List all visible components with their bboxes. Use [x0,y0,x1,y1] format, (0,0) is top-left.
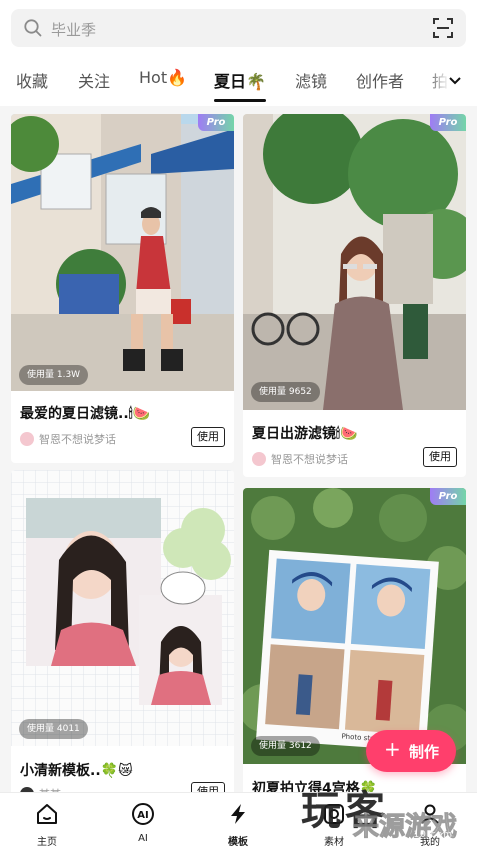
template-title: 最爱的夏日滤镜..🕯🍉 [20,406,151,422]
nav-home-label: 主页 [37,837,57,848]
template-thumbnail: Photo studio Pro 使用量 3612 [243,488,466,764]
tab-summer[interactable]: 夏日🌴 [214,68,266,92]
search-header: 毕业季 [0,0,477,56]
search-input[interactable]: 毕业季 [11,9,466,47]
svg-text:AI: AI [137,810,148,821]
template-bolt-icon [231,804,245,824]
author-name: 智恩不想说梦话 [271,453,348,466]
category-tabs: 收藏 关注 Hot🔥 夏日🌴 滤镜 创作者 拍 [0,56,477,106]
search-placeholder: 毕业季 [51,21,97,39]
scan-icon[interactable] [432,17,454,39]
home-icon [37,804,57,824]
tab-favorites[interactable]: 收藏 [16,68,48,92]
nav-material-label: 素材 [324,837,344,848]
nav-template[interactable]: 模板 [203,793,273,848]
template-title: 初夏拍立得4宫格🍀 [252,781,378,792]
ai-icon: AI [132,803,154,825]
template-thumbnail: Pro 使用量 1.3W [11,114,234,391]
use-button[interactable]: 使用 [191,427,225,447]
usage-count: 使用量 3612 [251,736,320,756]
nav-home[interactable]: 主页 [12,793,82,848]
template-thumbnail: Pro 使用量 9652 [243,114,466,410]
template-title: 小清新模板..🍀😿 [20,763,133,779]
avatar [20,432,34,446]
nav-ai-label: AI [138,833,148,844]
template-thumbnail: 使用量 4011 [11,470,234,746]
template-title: 夏日出游滤镜🕯🍉 [252,426,358,442]
author-name: 智恩不想说梦话 [39,433,116,446]
active-tab-indicator [214,99,266,102]
bottom-nav: 主页 AI AI 模板 素材 我的 [0,792,477,848]
usage-count: 使用量 9652 [251,382,320,402]
use-button[interactable]: 使用 [191,782,225,792]
use-button[interactable]: 使用 [423,447,457,467]
create-button[interactable]: + 制作 [366,730,456,772]
chevron-down-icon[interactable] [447,72,463,88]
nav-profile-label: 我的 [420,837,440,848]
avatar [252,452,266,466]
pro-badge: Pro [430,488,466,505]
pro-badge: Pro [430,114,466,131]
search-icon [24,19,42,37]
nav-template-label: 模板 [228,837,248,848]
nav-material[interactable]: 素材 [299,793,369,848]
template-author: 智恩不想说梦话 [252,451,348,467]
template-card[interactable]: Pro 使用量 9652 夏日出游滤镜🕯🍉 智恩不想说梦话 使用 [243,114,466,477]
nav-ai[interactable]: AI AI [108,793,178,848]
template-card[interactable]: 使用量 4011 小清新模板..🍀😿 某某 使用 [11,470,234,792]
template-card[interactable]: Pro 使用量 1.3W 最爱的夏日滤镜..🕯🍉 智恩不想说梦话 使用 [11,114,234,463]
nav-profile[interactable]: 我的 [395,793,465,848]
profile-icon [421,804,439,824]
create-label: 制作 [409,743,440,761]
material-icon [324,804,344,824]
plus-icon: + [384,737,401,761]
usage-count: 使用量 1.3W [19,365,89,385]
tab-creators[interactable]: 创作者 [356,68,404,92]
tab-following[interactable]: 关注 [78,68,110,92]
tab-filters[interactable]: 滤镜 [295,68,327,92]
pro-badge: Pro [198,114,234,131]
tab-hot[interactable]: Hot🔥 [139,68,187,87]
usage-count: 使用量 4011 [19,719,88,739]
template-feed: Pro 使用量 1.3W 最爱的夏日滤镜..🕯🍉 智恩不想说梦话 使用 Pro … [0,106,477,792]
template-author: 智恩不想说梦话 [20,431,116,447]
